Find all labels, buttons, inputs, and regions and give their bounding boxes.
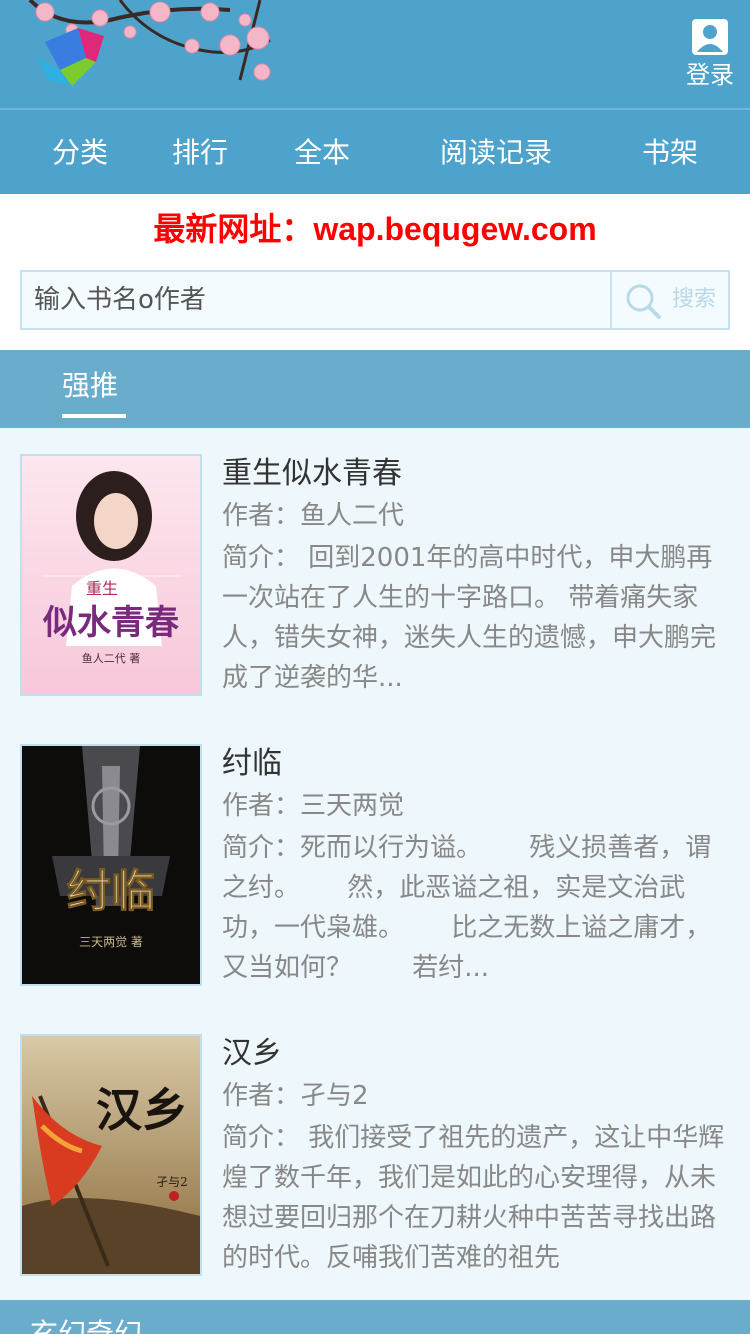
login-label: 登录 [686, 61, 734, 89]
book-author: 作者：三天两觉 [222, 791, 405, 821]
login-button[interactable]: 登录 [684, 18, 736, 90]
cover-subtitle: 重生 [86, 579, 118, 598]
search-input[interactable] [22, 272, 612, 328]
user-icon [692, 19, 728, 55]
book-author: 作者：鱼人二代 [222, 501, 405, 531]
section-header: 强推 [0, 350, 750, 428]
search-icon [626, 284, 661, 319]
nav-item-complete[interactable]: 全本 [282, 110, 362, 196]
cover-author: 孑与2 [156, 1175, 188, 1189]
book-item[interactable]: 似水青春 重生 鱼人二代 著 重生似水青春 作者：鱼人二代 简介： 回到2001… [0, 454, 750, 744]
book-cover[interactable]: 汉乡 孑与2 [20, 1034, 202, 1276]
book-description: 简介： 我们接受了祖先的遗产，这让中华辉煌了数千年，我们是如此的心安理得，从未想… [222, 1123, 725, 1273]
site-logo[interactable] [0, 0, 300, 108]
cover-title: 似水青春 [42, 603, 179, 643]
cover-title: 汉乡 [96, 1083, 188, 1137]
search-bar: 搜索 [0, 264, 750, 350]
nav-item-reading-history[interactable]: 阅读记录 [428, 110, 564, 196]
section-header-fantasy: 玄幻奇幻 [0, 1300, 750, 1334]
nav-item-bookshelf[interactable]: 书架 [630, 110, 710, 196]
cover-title: 纣临 [67, 866, 155, 917]
book-item[interactable]: 纣临 三天两觉 著 纣临 作者：三天两觉 简介：死而以行为谥。 残义损善者，谓之… [0, 744, 750, 1034]
book-description: 简介： 回到2001年的高中时代，申大鹏再一次站在了人生的十字路口。 带着痛失家… [222, 543, 717, 693]
tab-recommended[interactable]: 强推 [62, 368, 118, 404]
book-description: 简介：死而以行为谥。 残义损善者，谓之纣。 然，此恶谥之祖，实是文治武功，一代枭… [222, 833, 712, 983]
latest-url-notice: 最新网址：wap.bequgew.com [0, 194, 750, 264]
book-title[interactable]: 汉乡 [222, 1034, 282, 1074]
search-button-label: 搜索 [672, 287, 717, 312]
cover-author: 三天两觉 著 [79, 935, 143, 949]
book-item[interactable]: 汉乡 孑与2 汉乡 作者：孑与2 简介： 我们接受了祖先的遗产，这让中华辉煌了数… [0, 1034, 750, 1324]
book-cover[interactable]: 纣临 三天两觉 著 [20, 744, 202, 986]
book-cover[interactable]: 似水青春 重生 鱼人二代 著 [20, 454, 202, 696]
nav-item-categories[interactable]: 分类 [40, 110, 120, 196]
nav-item-ranking[interactable]: 排行 [160, 110, 240, 196]
book-author: 作者：孑与2 [222, 1081, 369, 1111]
section-title[interactable]: 玄幻奇幻 [30, 1316, 142, 1334]
book-title[interactable]: 纣临 [222, 744, 282, 784]
main-nav: 分类 排行 全本 阅读记录 书架 [0, 108, 750, 194]
tab-active-indicator [62, 414, 126, 418]
book-title[interactable]: 重生似水青春 [222, 454, 402, 494]
app-header: 登录 [0, 0, 750, 108]
cover-author: 鱼人二代 著 [82, 651, 141, 665]
search-box: 搜索 [20, 270, 730, 330]
search-button[interactable]: 搜索 [610, 272, 728, 328]
